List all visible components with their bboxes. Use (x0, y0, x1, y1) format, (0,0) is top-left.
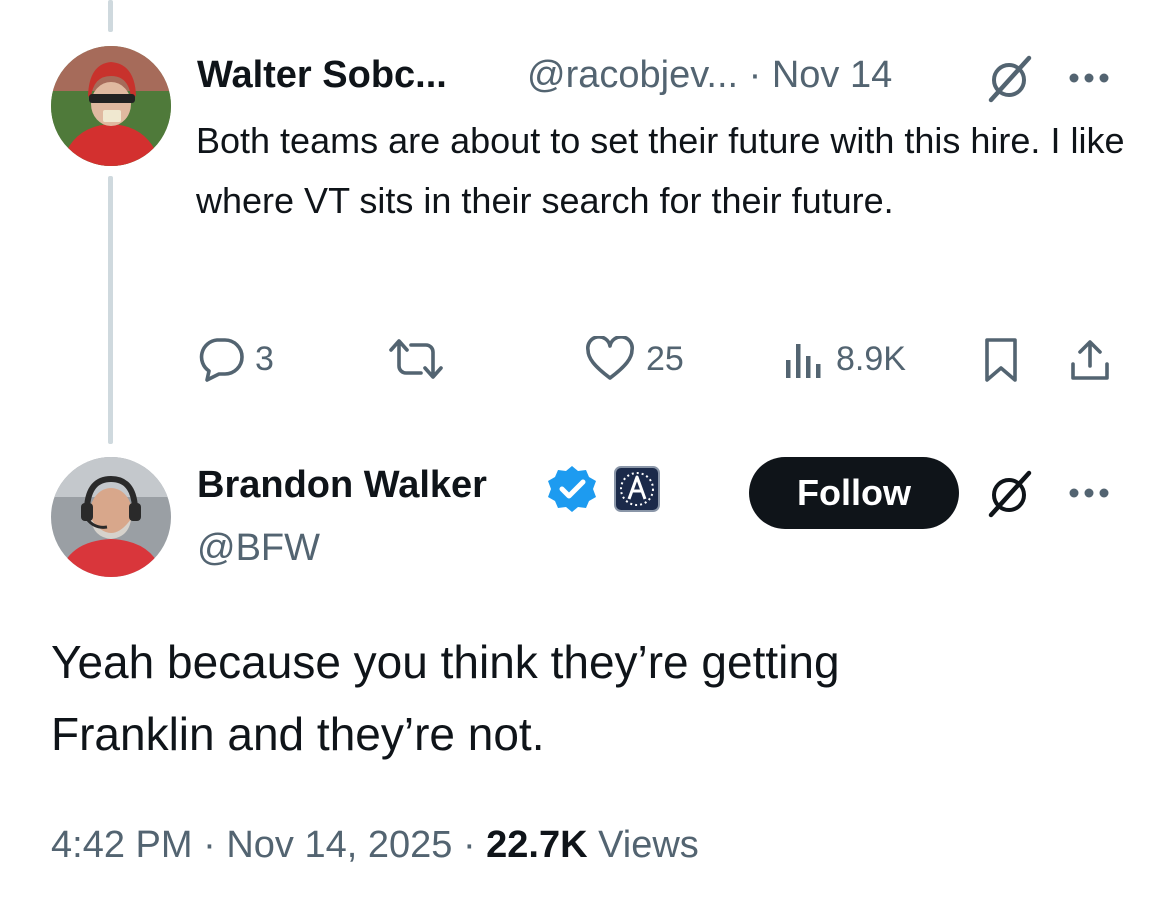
main-tweet-text-line1: Yeah because you think they’re getting (51, 636, 840, 688)
more-icon[interactable] (1064, 483, 1114, 503)
tweet-meta: 4:42 PM · Nov 14, 2025 · 22.7K Views (51, 824, 699, 867)
grok-icon[interactable] (985, 54, 1035, 104)
main-handle[interactable]: @BFW (197, 527, 320, 570)
follow-button[interactable]: Follow (749, 457, 959, 529)
meta-separator-1: · (203, 824, 216, 866)
main-author-avatar[interactable] (51, 457, 171, 577)
like-count: 25 (646, 339, 684, 378)
grok-icon[interactable] (985, 469, 1035, 519)
bookmark-icon[interactable] (979, 336, 1023, 384)
reply-author-name[interactable]: Walter Sobc... (197, 54, 447, 97)
main-tweet-text: Yeah because you think they’re getting F… (51, 626, 1131, 770)
views-icon (782, 336, 826, 382)
meta-separator-2: · (462, 824, 476, 866)
reply-count: 3 (255, 339, 274, 378)
reply-separator: · (748, 54, 762, 96)
views-button[interactable]: 8.9K (782, 336, 906, 382)
verified-badge-icon[interactable] (546, 463, 598, 515)
tweet-views-label: Views (598, 824, 699, 866)
reply-button[interactable]: 3 (197, 336, 274, 382)
main-tweet-text-line2: Franklin and they’re not. (51, 708, 545, 760)
reply-author-avatar[interactable] (51, 46, 171, 166)
tweet-date[interactable]: Nov 14, 2025 (226, 824, 452, 866)
reply-handle-date: @racobjev... · Nov 14 (527, 54, 892, 97)
reply-text: Both teams are about to set their future… (196, 120, 1125, 221)
reply-handle[interactable]: @racobjev... (527, 54, 738, 96)
retweet-icon (385, 336, 447, 382)
like-button[interactable]: 25 (584, 336, 684, 382)
tweet-views-count[interactable]: 22.7K (486, 824, 587, 866)
reply-icon (197, 336, 245, 382)
tweet-time[interactable]: 4:42 PM (51, 824, 193, 866)
like-icon (584, 336, 636, 382)
views-count: 8.9K (836, 339, 906, 378)
thread-line-top (108, 0, 113, 32)
barstool-badge-icon[interactable] (614, 466, 660, 512)
retweet-button[interactable] (385, 336, 457, 382)
main-author-name[interactable]: Brandon Walker (197, 464, 487, 507)
share-icon[interactable] (1067, 336, 1113, 384)
more-icon[interactable] (1064, 68, 1114, 88)
thread-line-bottom (108, 176, 113, 444)
reply-date[interactable]: Nov 14 (772, 54, 892, 96)
